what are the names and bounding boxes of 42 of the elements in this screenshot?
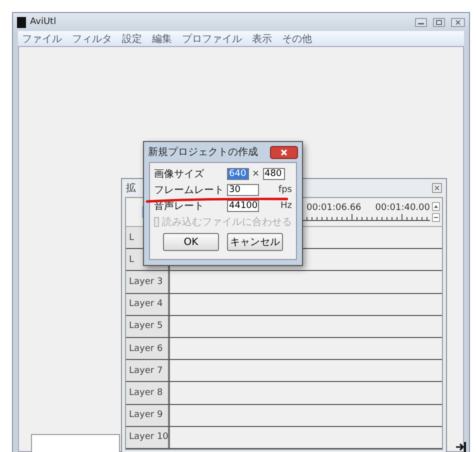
input-field[interactable]: 44100 bbox=[227, 200, 259, 212]
dialog-button[interactable]: OK bbox=[163, 233, 219, 251]
input-field[interactable]: 30 bbox=[227, 184, 259, 196]
menu-item[interactable]: 編集 bbox=[152, 32, 172, 46]
menu-item[interactable]: フィルタ bbox=[72, 32, 112, 46]
checkbox-label: 読み込むファイルに合わせる bbox=[162, 216, 292, 228]
layer-header[interactable]: Layer 3 bbox=[126, 271, 170, 293]
menu-item[interactable]: 設定 bbox=[122, 32, 142, 46]
jump-end-icon[interactable] bbox=[455, 441, 467, 452]
input-field[interactable]: 480 bbox=[262, 168, 285, 180]
close-icon[interactable] bbox=[432, 183, 442, 193]
layer-header[interactable]: Layer 10 bbox=[126, 426, 170, 448]
field-label: 画像サイズ bbox=[154, 168, 205, 180]
window-title: AviUtl bbox=[30, 17, 56, 27]
unit-label: fps bbox=[278, 184, 292, 194]
menu-item[interactable]: 表示 bbox=[252, 32, 272, 46]
close-icon[interactable] bbox=[270, 146, 298, 158]
unit-label: Hz bbox=[280, 200, 292, 210]
time-label: 00:01:06.66 bbox=[306, 203, 362, 213]
layer-header[interactable]: Layer 6 bbox=[126, 338, 170, 360]
window-title: 拡 bbox=[126, 182, 136, 195]
layer-header[interactable]: Layer 8 bbox=[126, 382, 170, 404]
input-field[interactable] bbox=[31, 434, 120, 452]
layer-header[interactable]: Layer 5 bbox=[126, 316, 170, 338]
maximize-icon[interactable] bbox=[433, 18, 445, 26]
close-icon[interactable] bbox=[451, 18, 465, 26]
dialog-title: 新規プロジェクトの作成 bbox=[148, 146, 258, 159]
dialog-button[interactable]: キャンセル bbox=[227, 233, 283, 251]
minimize-icon[interactable] bbox=[415, 18, 427, 26]
menu-item[interactable]: プロファイル bbox=[182, 32, 242, 46]
time-label: 00:01:40.00 bbox=[375, 203, 430, 213]
input-field[interactable]: 640 bbox=[227, 168, 249, 180]
app-icon bbox=[17, 16, 26, 28]
menu-item[interactable]: その他 bbox=[282, 32, 312, 46]
zoom-out-icon[interactable] bbox=[432, 213, 440, 222]
layer-header[interactable]: Layer 7 bbox=[126, 360, 170, 382]
menu-item[interactable]: ファイル bbox=[22, 32, 62, 46]
field-label: フレームレート bbox=[154, 184, 224, 196]
times-sign: × bbox=[252, 168, 260, 178]
layer-header[interactable]: Layer 9 bbox=[126, 404, 170, 426]
layer-header[interactable]: Layer 4 bbox=[126, 294, 170, 315]
scroll-up-icon[interactable] bbox=[432, 202, 440, 211]
